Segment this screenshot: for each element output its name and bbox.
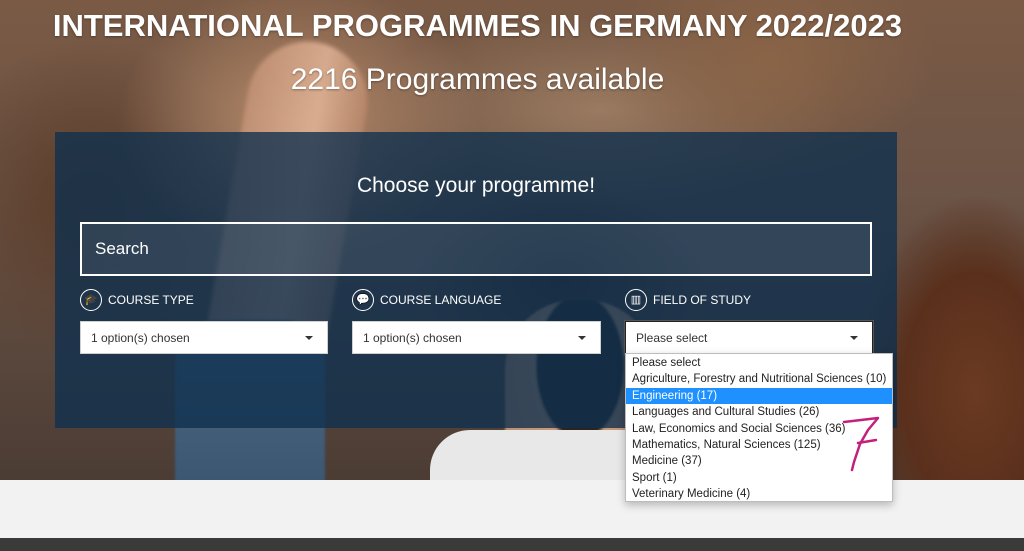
dropdown-option-highlighted[interactable]: Engineering (17) bbox=[626, 387, 892, 405]
course-language-select[interactable]: 1 option(s) chosen bbox=[352, 321, 601, 354]
course-type-label: 🎓 COURSE TYPE bbox=[80, 289, 194, 311]
dropdown-option[interactable]: Please select bbox=[626, 355, 892, 371]
speech-bubble-icon: 💬 bbox=[352, 289, 374, 311]
chevron-down-icon bbox=[850, 336, 858, 340]
course-type-select[interactable]: 1 option(s) chosen bbox=[80, 321, 328, 354]
search-input[interactable]: Search bbox=[80, 222, 872, 276]
course-type-label-text: COURSE TYPE bbox=[108, 293, 194, 307]
panel-heading: Choose your programme! bbox=[356, 174, 596, 197]
graduation-cap-icon: 🎓 bbox=[80, 289, 102, 311]
field-of-study-select[interactable]: Please select bbox=[625, 321, 873, 354]
page-title: INTERNATIONAL PROGRAMMES IN GERMANY 2022… bbox=[52, 8, 903, 43]
field-of-study-value: Please select bbox=[636, 331, 708, 345]
chevron-down-icon bbox=[305, 336, 313, 340]
chevron-down-icon bbox=[578, 336, 586, 340]
books-icon: ▥ bbox=[625, 289, 647, 311]
footer-bar bbox=[0, 538, 1024, 551]
dropdown-option[interactable]: Veterinary Medicine (4) bbox=[626, 486, 892, 502]
course-language-label-text: COURSE LANGUAGE bbox=[380, 293, 502, 307]
programme-count: 2216 Programmes available bbox=[290, 63, 665, 96]
field-of-study-label: ▥ FIELD OF STUDY bbox=[625, 289, 751, 311]
field-of-study-label-text: FIELD OF STUDY bbox=[653, 293, 752, 307]
dropdown-option[interactable]: Agriculture, Forestry and Nutritional Sc… bbox=[626, 371, 892, 387]
course-language-label: 💬 COURSE LANGUAGE bbox=[352, 289, 501, 311]
course-type-value: 1 option(s) chosen bbox=[91, 331, 190, 345]
handwritten-seven-annotation bbox=[842, 416, 880, 472]
course-language-value: 1 option(s) chosen bbox=[363, 331, 462, 345]
